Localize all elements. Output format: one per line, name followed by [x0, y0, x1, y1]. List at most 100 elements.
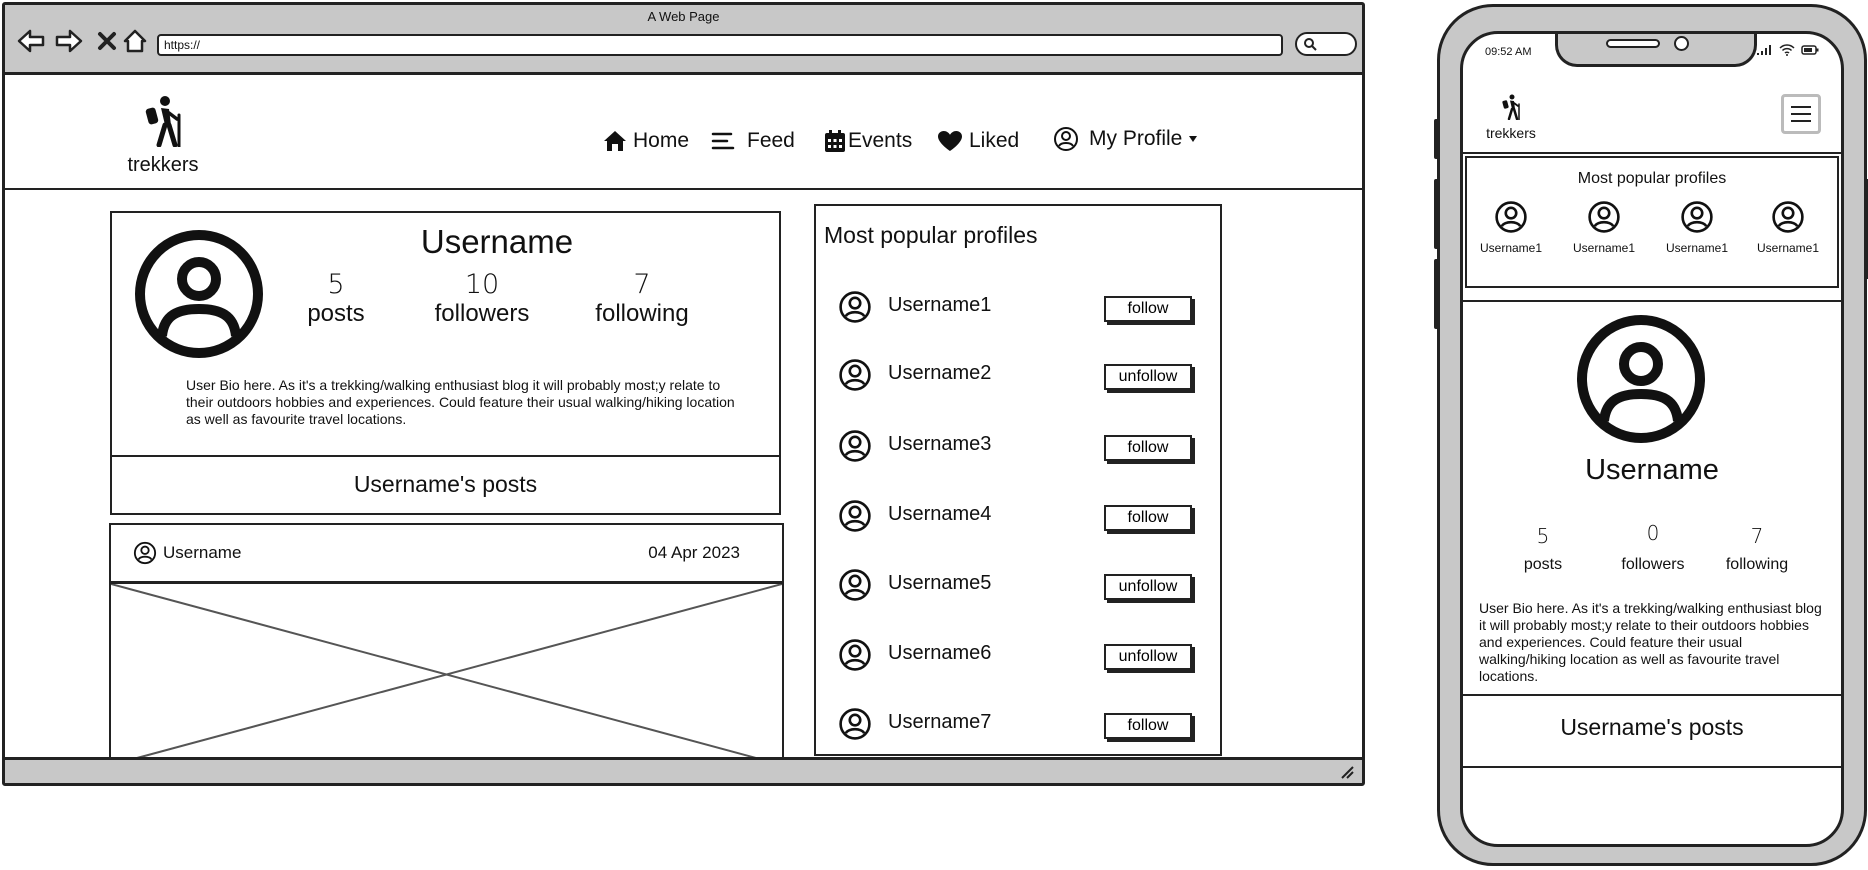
- nav-liked[interactable]: Liked: [937, 129, 1019, 153]
- back-arrow-icon[interactable]: [17, 27, 45, 55]
- phone-side-button: [1434, 179, 1440, 249]
- follow-button[interactable]: follow: [1104, 505, 1192, 531]
- browser-title: A Web Page: [647, 9, 720, 24]
- post-card[interactable]: Username 04 Apr 2023: [109, 523, 784, 766]
- user-circle-icon: [1772, 201, 1804, 233]
- user-circle-icon: [839, 500, 871, 532]
- user-circle-icon: [133, 541, 157, 565]
- nav-home[interactable]: Home: [603, 129, 689, 153]
- popular-profile-row[interactable]: Username4 follow: [838, 499, 1208, 533]
- browser-search-button[interactable]: [1295, 32, 1357, 56]
- mobile-site-logo[interactable]: trekkers: [1481, 94, 1541, 141]
- phone-notch: [1555, 34, 1757, 67]
- battery-icon: [1801, 45, 1819, 55]
- image-placeholder-icon: [110, 583, 783, 766]
- mobile-stat-posts: 5 posts: [1513, 524, 1573, 574]
- mobile-profile-username: Username: [1585, 454, 1719, 486]
- mobile-popular-item[interactable]: Username1: [1748, 200, 1828, 255]
- stat-posts-label: posts: [307, 300, 365, 327]
- mobile-popular-item[interactable]: Username1: [1564, 200, 1644, 255]
- mobile-stat-followers-count: 0: [1646, 521, 1660, 545]
- unfollow-button[interactable]: unfollow: [1104, 364, 1192, 390]
- nav-my-profile[interactable]: My Profile: [1053, 126, 1198, 152]
- header-divider: [5, 188, 1362, 190]
- popular-profile-name[interactable]: Username5: [888, 572, 991, 595]
- popular-profile-name[interactable]: Username1: [888, 294, 991, 317]
- profile-username: Username: [420, 223, 574, 260]
- search-icon: [1304, 38, 1317, 51]
- profile-bio: User Bio here. As it's a trekking/walkin…: [186, 377, 735, 427]
- mobile-profile-bio: User Bio here. As it's a trekking/walkin…: [1479, 600, 1822, 684]
- popular-profile-row[interactable]: Username3 follow: [838, 429, 1208, 463]
- browser-window: A Web Page https:// trekkers Home Feed E…: [2, 2, 1365, 786]
- mobile-profile-avatar: [1576, 314, 1706, 449]
- forward-arrow-icon[interactable]: [55, 27, 83, 55]
- mobile-stat-followers-label: followers: [1621, 556, 1685, 573]
- follow-button[interactable]: follow: [1104, 435, 1192, 461]
- popular-profile-row[interactable]: Username7 follow: [838, 707, 1208, 741]
- stat-followers: 10 followers: [412, 269, 552, 328]
- home-icon[interactable]: [121, 27, 149, 55]
- hamburger-menu-button[interactable]: [1781, 94, 1821, 134]
- nav-events[interactable]: Events: [824, 129, 912, 153]
- nav-feed[interactable]: Feed: [711, 129, 795, 153]
- home-icon: [604, 131, 626, 151]
- stat-followers-label: followers: [434, 300, 530, 327]
- mobile-popular-title: Most popular profiles: [1577, 170, 1727, 187]
- stat-followers-count: 10: [464, 269, 500, 300]
- mobile-device: 09:52 AM trekkers Most popular profiles …: [1434, 4, 1868, 866]
- mobile-popular-name: Username1: [1756, 241, 1820, 255]
- mobile-popular-name: Username1: [1572, 241, 1636, 255]
- user-circle-icon: [1054, 127, 1078, 151]
- user-circle-icon: [839, 708, 871, 740]
- mobile-posts-divider: [1463, 766, 1841, 768]
- mobile-popular-item[interactable]: Username1: [1657, 200, 1737, 255]
- popular-profile-row[interactable]: Username1 follow: [838, 290, 1208, 324]
- unfollow-button[interactable]: unfollow: [1104, 574, 1192, 600]
- mobile-popular-name: Username1: [1479, 241, 1543, 255]
- unfollow-button[interactable]: unfollow: [1104, 644, 1192, 670]
- post-author-name: Username: [163, 543, 242, 562]
- mobile-stat-posts-label: posts: [1523, 556, 1563, 573]
- user-circle-icon: [1588, 201, 1620, 233]
- user-circle-icon: [1495, 201, 1527, 233]
- speaker: [1606, 39, 1660, 48]
- popular-profile-row[interactable]: Username2 unfollow: [838, 358, 1208, 392]
- post-author[interactable]: Username: [133, 541, 241, 565]
- close-icon[interactable]: [93, 27, 121, 55]
- follow-button[interactable]: follow: [1104, 296, 1192, 322]
- site-logo-text: trekkers: [127, 154, 199, 176]
- url-bar[interactable]: https://: [157, 34, 1283, 56]
- stat-posts: 5 posts: [296, 269, 376, 328]
- posts-heading: Username's posts: [353, 471, 538, 497]
- follow-button[interactable]: follow: [1104, 713, 1192, 739]
- popular-profile-name[interactable]: Username7: [888, 711, 991, 734]
- site-logo[interactable]: trekkers: [123, 95, 203, 177]
- popular-profile-name[interactable]: Username4: [888, 503, 991, 526]
- nav-my-profile-label: My Profile: [1089, 127, 1183, 150]
- popular-profile-name[interactable]: Username6: [888, 642, 991, 665]
- mobile-posts-heading: Username's posts: [1560, 714, 1744, 740]
- mobile-stat-posts-count: 5: [1536, 524, 1550, 548]
- post-image-placeholder[interactable]: [110, 581, 783, 766]
- stat-posts-count: 5: [327, 269, 345, 300]
- resize-grip-icon[interactable]: [1338, 765, 1354, 779]
- mobile-section-divider: [1463, 300, 1841, 302]
- popular-profile-name[interactable]: Username3: [888, 433, 991, 456]
- phone-side-button: [1864, 179, 1868, 279]
- stat-following-label: following: [595, 300, 689, 327]
- popular-profiles-title: Most popular profiles: [824, 222, 1038, 248]
- phone-side-button: [1434, 259, 1440, 329]
- popular-profile-row[interactable]: Username6 unfollow: [838, 638, 1208, 672]
- mobile-stat-following-label: following: [1725, 556, 1789, 573]
- caret-down-icon: [1189, 136, 1198, 142]
- user-circle-icon: [839, 639, 871, 671]
- mobile-status-time: 09:52 AM: [1485, 46, 1532, 58]
- popular-profile-name[interactable]: Username2: [888, 362, 991, 385]
- mobile-popular-item[interactable]: Username1: [1471, 200, 1551, 255]
- camera: [1674, 36, 1689, 51]
- mobile-bio-divider: [1463, 694, 1841, 696]
- popular-profile-row[interactable]: Username5 unfollow: [838, 568, 1208, 602]
- user-circle-icon: [839, 291, 871, 323]
- mobile-popular-name: Username1: [1665, 241, 1729, 255]
